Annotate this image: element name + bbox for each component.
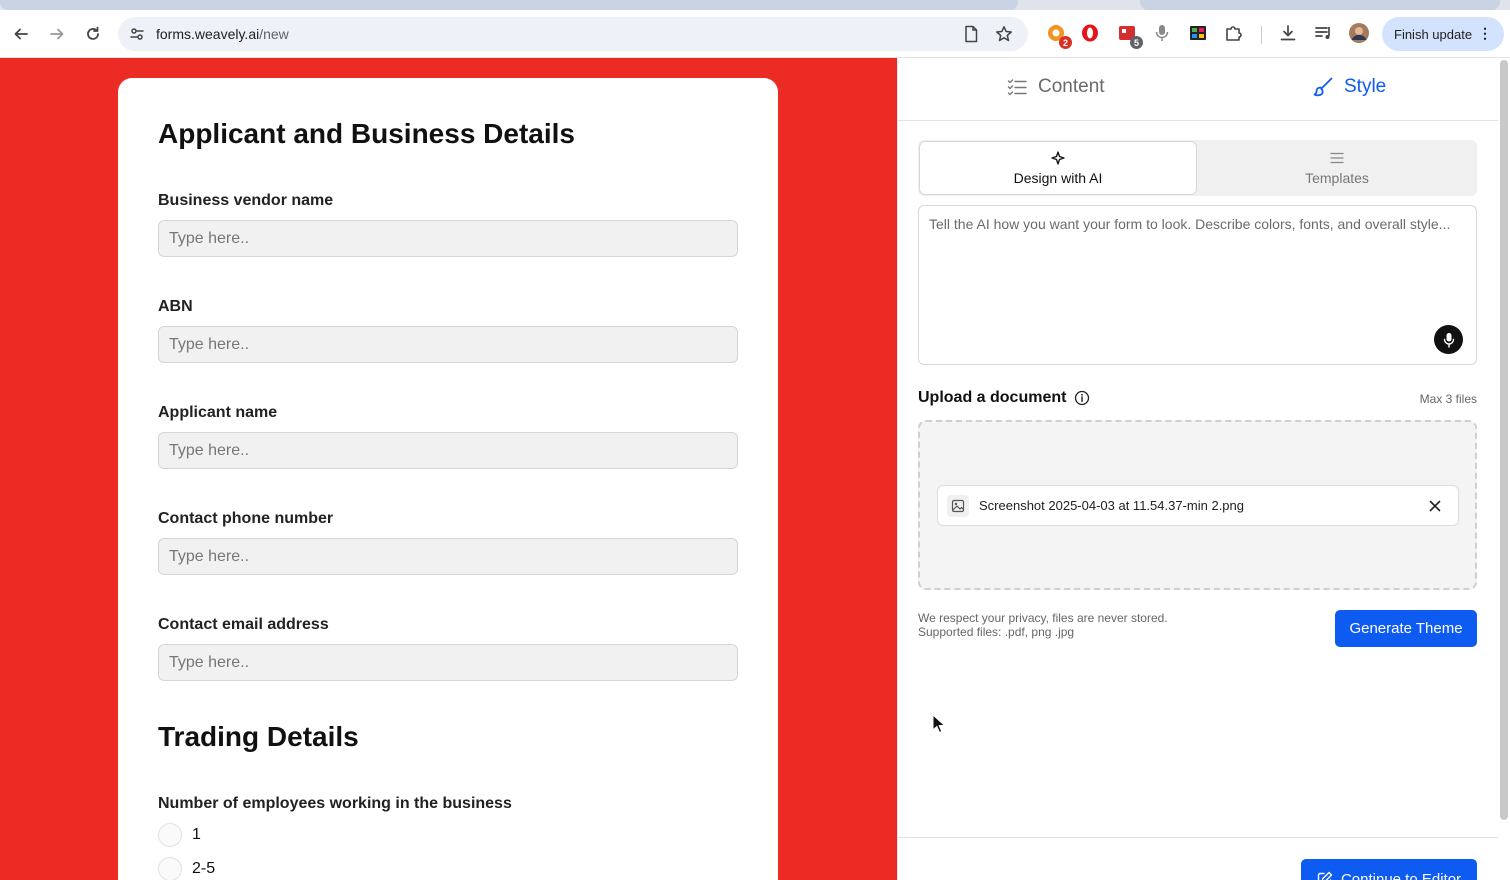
business-vendor-name-input[interactable]: [158, 220, 738, 257]
field-label: Applicant name: [158, 404, 278, 421]
section-title: Applicant and Business Details: [158, 118, 575, 149]
templates-label: Templates: [1305, 170, 1369, 186]
continue-to-editor-button[interactable]: Continue to Editor: [1301, 859, 1477, 880]
ai-prompt-input[interactable]: [919, 206, 1476, 364]
form-card: Applicant and Business Details Business …: [118, 78, 778, 880]
microphone-icon[interactable]: [1151, 22, 1173, 44]
tab-style[interactable]: Style: [1312, 76, 1386, 98]
active-tab[interactable]: [0, 0, 1018, 10]
checklist-icon: [1006, 76, 1028, 98]
footer-divider: [898, 837, 1498, 838]
puzzle-icon[interactable]: [1223, 22, 1245, 44]
file-dropzone[interactable]: Screenshot 2025-04-03 at 11.54.37-min 2.…: [918, 420, 1477, 590]
question-label: Number of employees working in the busin…: [158, 795, 512, 812]
url-path: /new: [259, 26, 289, 42]
panel-tabs: Content Style: [898, 58, 1498, 121]
radio-option[interactable]: 2-5: [158, 857, 215, 880]
info-icon[interactable]: [1074, 390, 1090, 406]
abn-input[interactable]: [158, 326, 738, 363]
forward-arrow-icon[interactable]: [45, 22, 69, 46]
radio-label: 2-5: [192, 860, 216, 877]
remove-file-close-icon[interactable]: [1426, 497, 1444, 515]
menu-lines-icon: [1330, 150, 1344, 166]
inactive-tab[interactable]: [1140, 0, 1500, 10]
page-info-icon[interactable]: [962, 25, 980, 43]
uploaded-file: Screenshot 2025-04-03 at 11.54.37-min 2.…: [937, 485, 1459, 526]
url-host: forms.weavely.ai: [156, 26, 260, 42]
bookmark-star-icon[interactable]: [995, 25, 1013, 43]
field-label: Contact phone number: [158, 510, 334, 527]
design-mode-toggle: Design with AI Templates: [918, 140, 1477, 196]
max-files-note: Max 3 files: [1419, 392, 1477, 406]
media-queue-icon[interactable]: [1313, 22, 1335, 44]
radio-option[interactable]: 1: [158, 823, 201, 847]
design-with-ai-tab[interactable]: Design with AI: [919, 141, 1197, 195]
privacy-note: We respect your privacy, files are never…: [918, 611, 1168, 639]
download-icon[interactable]: [1277, 22, 1299, 44]
scrollbar[interactable]: [1500, 60, 1508, 820]
supported-files-line: Supported files: .pdf, png .jpg: [918, 625, 1075, 639]
form-preview: Applicant and Business Details Business …: [0, 58, 897, 880]
tab-content[interactable]: Content: [1006, 76, 1105, 98]
sparkle-icon: [1051, 150, 1065, 166]
paintbrush-icon: [1312, 76, 1334, 98]
continue-label: Continue to Editor: [1340, 870, 1462, 880]
tab-style-label: Style: [1344, 76, 1387, 97]
back-arrow-icon[interactable]: [9, 22, 33, 46]
ext-badge: 5: [1130, 36, 1143, 49]
edit-icon: [1317, 871, 1333, 880]
finish-update-button[interactable]: Finish update ⋮: [1382, 17, 1504, 51]
finish-update-label: Finish update: [1394, 26, 1473, 42]
upload-title-text: Upload a document: [918, 389, 1067, 406]
ai-prompt-box: [918, 205, 1477, 365]
browser-toolbar: forms.weavely.ai/new 2 5 Finish update ⋮: [0, 10, 1510, 58]
site-settings-icon[interactable]: [128, 25, 146, 43]
applicant-name-input[interactable]: [158, 432, 738, 469]
file-name: Screenshot 2025-04-03 at 11.54.37-min 2.…: [979, 498, 1244, 513]
reload-icon[interactable]: [81, 22, 105, 46]
image-file-icon: [947, 494, 969, 517]
ext-orange-icon[interactable]: 2: [1045, 22, 1072, 49]
section-title: Trading Details: [158, 721, 359, 752]
toolbar-divider: [1261, 26, 1262, 44]
address-bar[interactable]: forms.weavely.ai/new: [118, 17, 1028, 51]
radio-circle[interactable]: [158, 857, 182, 880]
style-panel: Content Style Design with AI Templates T…: [897, 58, 1510, 880]
voice-input-button[interactable]: [1434, 325, 1463, 354]
opera-icon[interactable]: [1079, 22, 1101, 44]
more-options-icon[interactable]: ⋮: [1478, 26, 1492, 40]
ext-red-icon[interactable]: 5: [1116, 22, 1143, 49]
field-label: ABN: [158, 298, 193, 315]
privacy-line: We respect your privacy, files are never…: [918, 611, 1168, 625]
field-label: Contact email address: [158, 616, 329, 633]
field-label: Business vendor name: [158, 192, 334, 209]
radio-circle[interactable]: [158, 823, 182, 847]
mouse-cursor-icon: [932, 714, 946, 734]
ext-colorful-icon[interactable]: [1187, 22, 1209, 44]
contact-phone-input[interactable]: [158, 538, 738, 575]
contact-email-input[interactable]: [158, 644, 738, 681]
design-with-ai-label: Design with AI: [1013, 170, 1103, 186]
ext-badge: 2: [1059, 36, 1072, 49]
radio-label: 1: [192, 826, 201, 843]
generate-theme-button[interactable]: Generate Theme: [1335, 610, 1477, 647]
microphone-icon: [1443, 332, 1454, 348]
upload-title: Upload a document: [918, 389, 1090, 407]
templates-tab[interactable]: Templates: [1198, 141, 1476, 195]
url-text[interactable]: forms.weavely.ai/new: [156, 26, 289, 42]
tab-content-label: Content: [1038, 76, 1105, 97]
profile-avatar[interactable]: [1348, 22, 1370, 44]
